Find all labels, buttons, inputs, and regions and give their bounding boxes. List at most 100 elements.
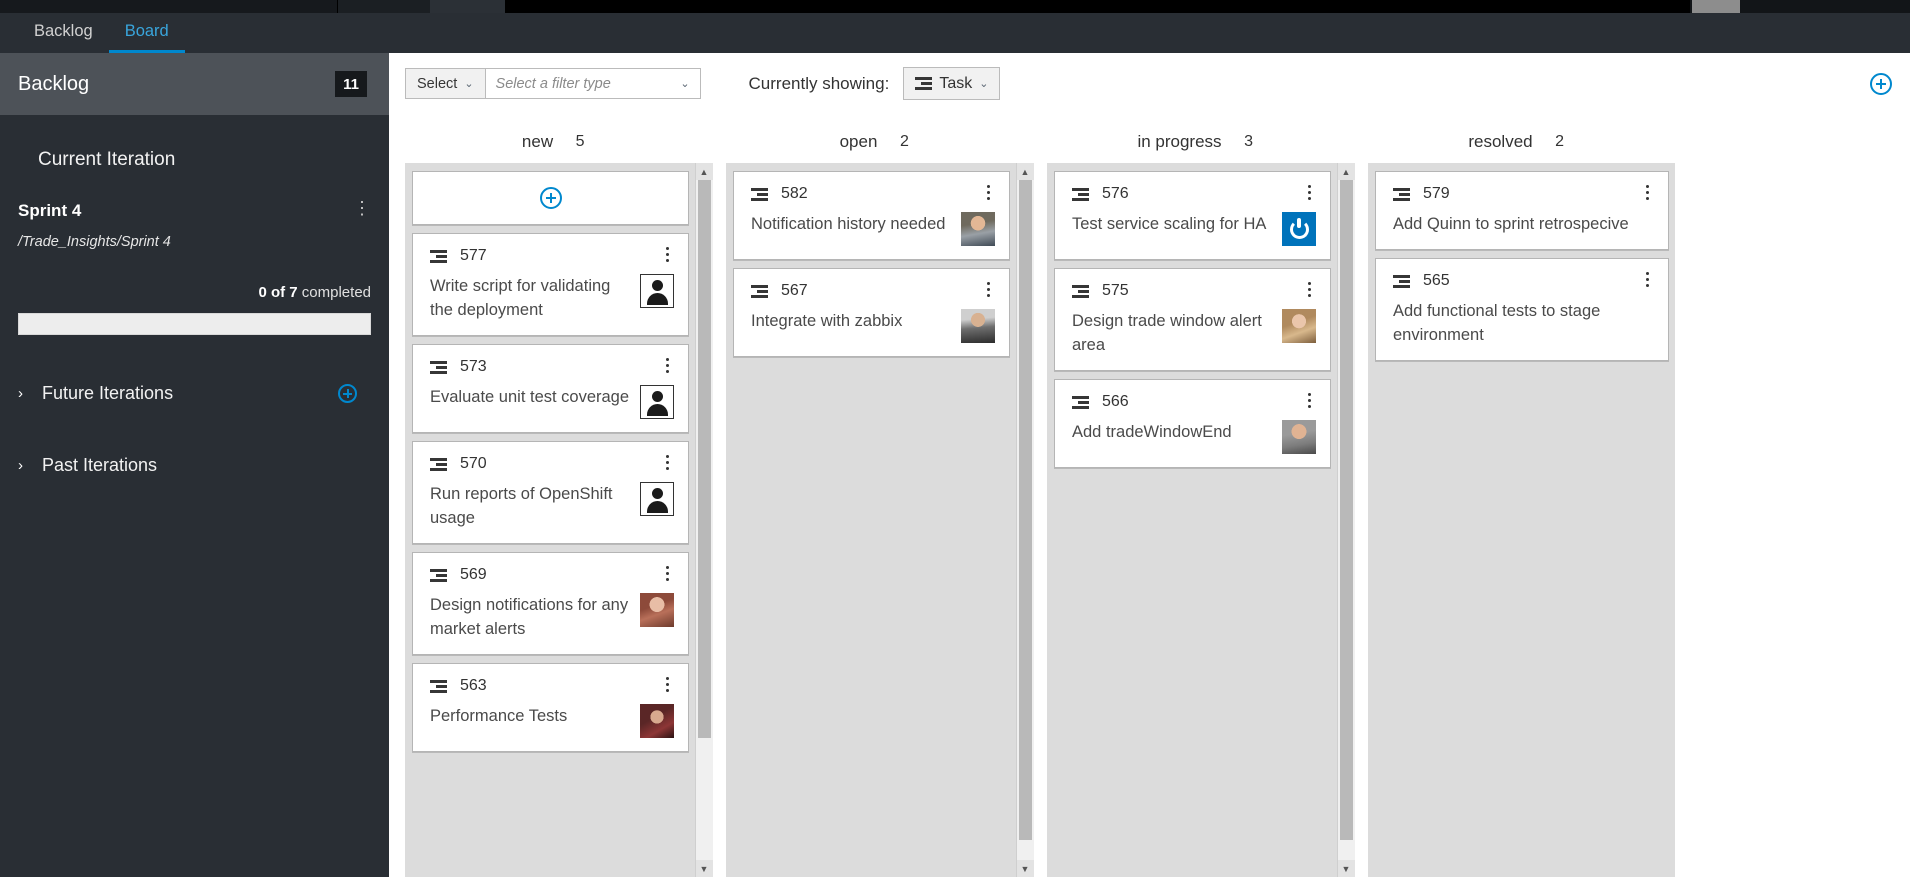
task-type-icon [1393,187,1410,201]
avatar [640,704,674,738]
card-body: Write script for validating the deployme… [430,274,674,322]
column-body: 576 Test service scaling for HA 575 Design … [1047,163,1355,877]
column-count-badge: 3 [1233,129,1264,155]
sidebar-header: Backlog 11 [0,53,389,115]
filter-select-label: Select [417,75,458,92]
card-title: Write script for validating the deployme… [430,277,611,319]
card-kebab-menu-icon[interactable] [660,358,674,376]
card-body: Add functional tests to stage environmen… [1393,299,1654,347]
scrollbar-track[interactable] [1016,180,1034,860]
card-header: 563 [430,677,674,695]
card-kebab-menu-icon[interactable] [981,282,995,300]
scrollbar-thumb[interactable] [1018,180,1032,840]
card-title: Performance Tests [430,707,568,725]
kanban-board: new 5 577 Write script for validating the d… [389,115,1910,877]
column-body: 577 Write script for validating the deplo… [405,163,713,877]
work-item-card[interactable]: 570 Run reports of OpenShift usage [412,441,689,544]
card-id: 576 [1102,185,1129,202]
work-item-card[interactable]: 569 Design notifications for any market a… [412,552,689,655]
work-item-card[interactable]: 582 Notification history needed [733,171,1010,260]
card-kebab-menu-icon[interactable] [1640,185,1654,203]
tab-board[interactable]: Board [108,13,185,53]
scrollbar-track[interactable] [695,180,713,860]
task-type-icon [430,249,447,263]
column-scrollbar[interactable]: ▲ ▼ [1337,163,1355,877]
card-id: 563 [460,677,487,694]
scrollbar-thumb[interactable] [1339,180,1353,840]
iteration-kebab-menu-icon[interactable]: ⋮ [353,199,371,217]
card-kebab-menu-icon[interactable] [981,185,995,203]
card-body: Test service scaling for HA [1072,212,1316,246]
column-header: in progress 3 [1047,121,1354,163]
scroll-down-arrow-icon[interactable]: ▼ [1337,860,1355,877]
column-scrollbar[interactable]: ▲ ▼ [1016,163,1034,877]
card-header: 567 [751,282,995,300]
scroll-up-arrow-icon[interactable]: ▲ [1016,163,1034,180]
card-id: 582 [781,185,808,202]
column-count-badge: 2 [889,129,920,155]
sidebar-item-past-iterations[interactable]: › Past Iterations [0,437,389,493]
card-kebab-menu-icon[interactable] [660,566,674,584]
card-body: Notification history needed [751,212,995,246]
card-header: 570 [430,455,674,473]
card-header: 575 [1072,282,1316,300]
column-card-list: 576 Test service scaling for HA 575 Design … [1047,163,1337,877]
task-type-icon [1072,284,1089,298]
add-future-iteration-icon[interactable] [338,383,357,403]
work-item-card[interactable]: 573 Evaluate unit test coverage [412,344,689,433]
current-iteration-block: Sprint 4 ⋮ /Trade_Insights/Sprint 4 0 of… [0,171,389,335]
tab-backlog[interactable]: Backlog [18,13,109,53]
card-title: Design trade window alert area [1072,312,1262,354]
work-item-card[interactable]: 579 Add Quinn to sprint retrospecive [1375,171,1669,250]
work-item-card[interactable]: 565 Add functional tests to stage environ… [1375,258,1669,361]
iteration-path: /Trade_Insights/Sprint 4 [18,234,171,250]
iteration-header-row: Sprint 4 ⋮ [18,199,371,221]
column-title: in progress [1137,132,1222,151]
scrollbar-track[interactable] [1337,180,1355,860]
work-item-card[interactable]: 566 Add tradeWindowEnd [1054,379,1331,468]
filter-type-input[interactable]: Select a filter type ⌄ [485,68,701,99]
avatar-placeholder-icon [640,482,674,516]
filter-select-button[interactable]: Select ⌄ [405,68,486,99]
card-header: 576 [1072,185,1316,203]
scroll-up-arrow-icon[interactable]: ▲ [1337,163,1355,180]
work-item-card[interactable]: 563 Performance Tests [412,663,689,752]
card-kebab-menu-icon[interactable] [1302,393,1316,411]
work-item-card[interactable]: 567 Integrate with zabbix [733,268,1010,357]
card-kebab-menu-icon[interactable] [660,455,674,473]
card-title: Integrate with zabbix [751,312,903,330]
card-kebab-menu-icon[interactable] [1640,272,1654,290]
card-title: Evaluate unit test coverage [430,388,630,406]
work-item-card[interactable]: 577 Write script for validating the deplo… [412,233,689,336]
work-item-card[interactable]: 575 Design trade window alert area [1054,268,1331,371]
tab-board-label: Board [124,22,169,40]
card-body: Add Quinn to sprint retrospecive [1393,212,1654,236]
card-header: 566 [1072,393,1316,411]
plus-icon [539,187,562,209]
card-body: Evaluate unit test coverage [430,385,674,419]
scrollbar-thumb[interactable] [697,180,711,738]
sidebar-item-future-iterations[interactable]: › Future Iterations [0,365,389,421]
card-kebab-menu-icon[interactable] [1302,282,1316,300]
future-iterations-label: Future Iterations [42,382,174,403]
add-work-item-button[interactable] [1870,72,1892,95]
card-kebab-menu-icon[interactable] [660,247,674,265]
iteration-name: Sprint 4 [18,201,82,220]
work-item-card[interactable]: 576 Test service scaling for HA [1054,171,1331,260]
board-column: new 5 577 Write script for validating the d… [405,115,713,877]
column-scrollbar[interactable]: ▲ ▼ [695,163,713,877]
column-card-list: 579 Add Quinn to sprint retrospecive 565 Ad… [1368,163,1675,877]
sidebar-title: Backlog [18,72,90,95]
scroll-down-arrow-icon[interactable]: ▼ [695,860,713,877]
scroll-down-arrow-icon[interactable]: ▼ [1016,860,1034,877]
card-body: Run reports of OpenShift usage [430,482,674,530]
add-card-button[interactable] [412,171,689,225]
card-kebab-menu-icon[interactable] [660,677,674,695]
iteration-completed-suffix: completed [297,284,371,301]
sidebar-content: Current Iteration Sprint 4 ⋮ /Trade_Insi… [0,115,389,877]
card-kebab-menu-icon[interactable] [1302,185,1316,203]
scroll-up-arrow-icon[interactable]: ▲ [695,163,713,180]
current-iteration-heading: Current Iteration [38,149,176,170]
avatar [961,309,995,343]
work-item-type-dropdown[interactable]: Task ⌄ [903,67,1001,100]
